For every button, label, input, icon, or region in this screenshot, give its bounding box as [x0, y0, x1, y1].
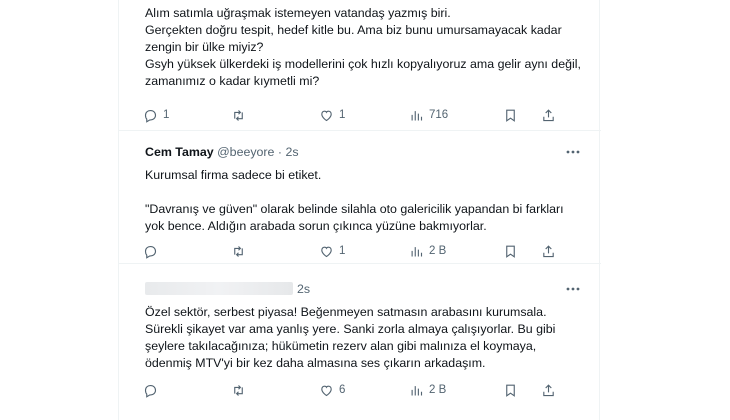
views-icon: [411, 246, 423, 256]
redacted-author-name: [145, 282, 293, 295]
tweet-text: Alım satımla uğraşmak istemeyen vatandaş…: [145, 6, 581, 88]
retweet-button[interactable]: [231, 106, 251, 124]
share-button[interactable]: [541, 106, 556, 124]
author-handle[interactable]: @beeyore: [217, 145, 274, 159]
tweet-header: 2s: [145, 281, 310, 298]
tweet-actions: 1 1 716: [143, 106, 583, 124]
like-button[interactable]: 1: [319, 242, 345, 260]
tweet-time[interactable]: 2s: [297, 282, 310, 296]
views-icon: [411, 385, 423, 395]
like-icon: [321, 110, 332, 121]
more-button[interactable]: [565, 145, 581, 159]
retweet-icon: [234, 109, 243, 121]
separator-dot: ·: [277, 145, 283, 159]
share-icon: [543, 244, 554, 257]
like-count: 6: [339, 384, 346, 396]
view-count: 2 B: [429, 384, 447, 396]
like-count: 1: [339, 109, 346, 121]
tweet[interactable]: Cem Tamay @beeyore · 2s Kurumsal firma s…: [119, 131, 601, 264]
tweet-text: Özel sektör, serbest piyasa! Beğenmeyen …: [145, 305, 556, 370]
reply-icon: [144, 384, 157, 398]
reply-button[interactable]: 1: [143, 106, 169, 124]
bookmark-button[interactable]: [503, 242, 518, 260]
reply-button[interactable]: [143, 381, 163, 399]
share-icon: [543, 383, 554, 396]
view-count: 2 B: [429, 245, 447, 257]
views-icon: [411, 110, 423, 120]
tweet-time[interactable]: 2s: [286, 145, 299, 159]
reply-button[interactable]: [143, 242, 163, 260]
like-icon: [321, 246, 332, 257]
retweet-icon: [234, 245, 243, 257]
like-button[interactable]: 6: [319, 381, 345, 399]
share-icon: [543, 108, 554, 121]
tweet-actions: 1 2 B: [143, 242, 583, 260]
retweet-button[interactable]: [231, 381, 251, 399]
more-icon: [566, 150, 580, 154]
bookmark-button[interactable]: [503, 106, 518, 124]
view-count: 716: [429, 109, 449, 121]
bookmark-button[interactable]: [503, 381, 518, 399]
more-button[interactable]: [565, 282, 581, 296]
tweet-text: Kurumsal firma sadece bi etiket. "Davran…: [145, 168, 564, 233]
reply-count: 1: [163, 109, 170, 121]
share-button[interactable]: [541, 381, 556, 399]
tweet-actions: 6 2 B: [143, 381, 583, 399]
reply-icon: [144, 245, 157, 259]
bookmark-icon: [506, 384, 515, 397]
tweet-header: Cem Tamay @beeyore · 2s: [145, 144, 299, 161]
timeline: Alım satımla uğraşmak istemeyen vatandaş…: [118, 0, 601, 420]
reply-icon: [144, 109, 157, 123]
like-count: 1: [339, 245, 346, 257]
like-icon: [321, 385, 332, 396]
more-icon: [566, 287, 580, 291]
views-button[interactable]: 2 B: [409, 381, 446, 399]
like-button[interactable]: 1: [319, 106, 345, 124]
author-name[interactable]: Cem Tamay: [145, 145, 214, 159]
tweet[interactable]: 2s Özel sektör, serbest piyasa! Beğenmey…: [119, 264, 601, 420]
retweet-button[interactable]: [231, 242, 251, 260]
views-button[interactable]: 2 B: [409, 242, 446, 260]
tweet[interactable]: Alım satımla uğraşmak istemeyen vatandaş…: [119, 0, 601, 131]
views-button[interactable]: 716: [409, 106, 448, 124]
bookmark-icon: [506, 245, 515, 258]
share-button[interactable]: [541, 242, 556, 260]
bookmark-icon: [506, 109, 515, 122]
retweet-icon: [234, 384, 243, 396]
